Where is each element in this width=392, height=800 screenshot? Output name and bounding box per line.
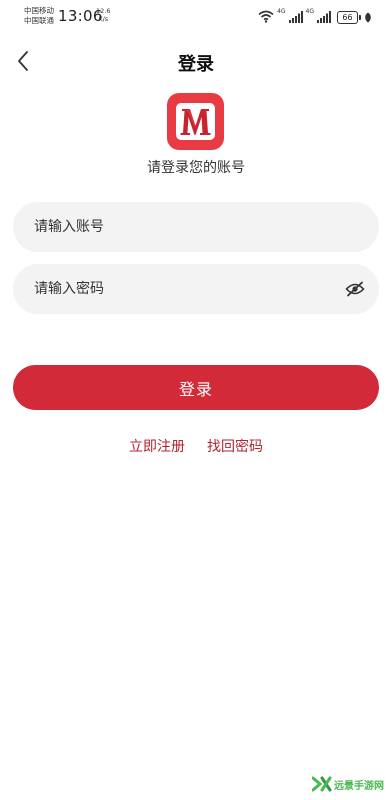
status-bar: 中国移动 中国联通 13:06 12.6 K/s 4G 4G 66 — [0, 0, 392, 34]
carrier-info: 中国移动 中国联通 — [24, 6, 54, 26]
signal-1-label: 4G — [277, 8, 286, 15]
account-field — [13, 202, 379, 252]
status-icons: 4G 4G 66 — [258, 8, 372, 27]
password-field — [13, 264, 379, 314]
account-links: 立即注册 找回密码 — [0, 436, 392, 456]
signal-icon — [317, 8, 331, 27]
password-input[interactable] — [13, 264, 334, 314]
wifi-icon — [258, 8, 274, 27]
recover-password-link[interactable]: 找回密码 — [207, 436, 263, 456]
net-speed: 12.6 K/s — [96, 7, 110, 23]
signal-icon — [288, 8, 303, 27]
watermark: 远景手游网 — [312, 776, 384, 792]
battery-icon: 66 — [337, 10, 361, 24]
battery-level: 66 — [337, 10, 358, 24]
account-input[interactable] — [13, 202, 334, 252]
login-button[interactable]: 登录 — [13, 365, 379, 410]
carrier-1: 中国移动 — [24, 6, 54, 15]
subtitle: 请登录您的账号 — [147, 160, 245, 176]
net-speed-unit: K/s — [98, 14, 109, 23]
register-link[interactable]: 立即注册 — [129, 436, 185, 456]
password-visibility-toggle[interactable] — [344, 278, 366, 300]
watermark-logo-icon — [312, 776, 332, 792]
watermark-text: 远景手游网 — [334, 780, 384, 792]
battery-cap — [359, 14, 361, 20]
signal-2-label: 4G — [305, 8, 314, 15]
page-title: 登录 — [178, 54, 214, 75]
eye-off-icon — [345, 281, 365, 297]
carrier-2: 中国联通 — [24, 16, 54, 25]
leaf-icon — [364, 8, 372, 27]
app-logo — [167, 93, 224, 150]
